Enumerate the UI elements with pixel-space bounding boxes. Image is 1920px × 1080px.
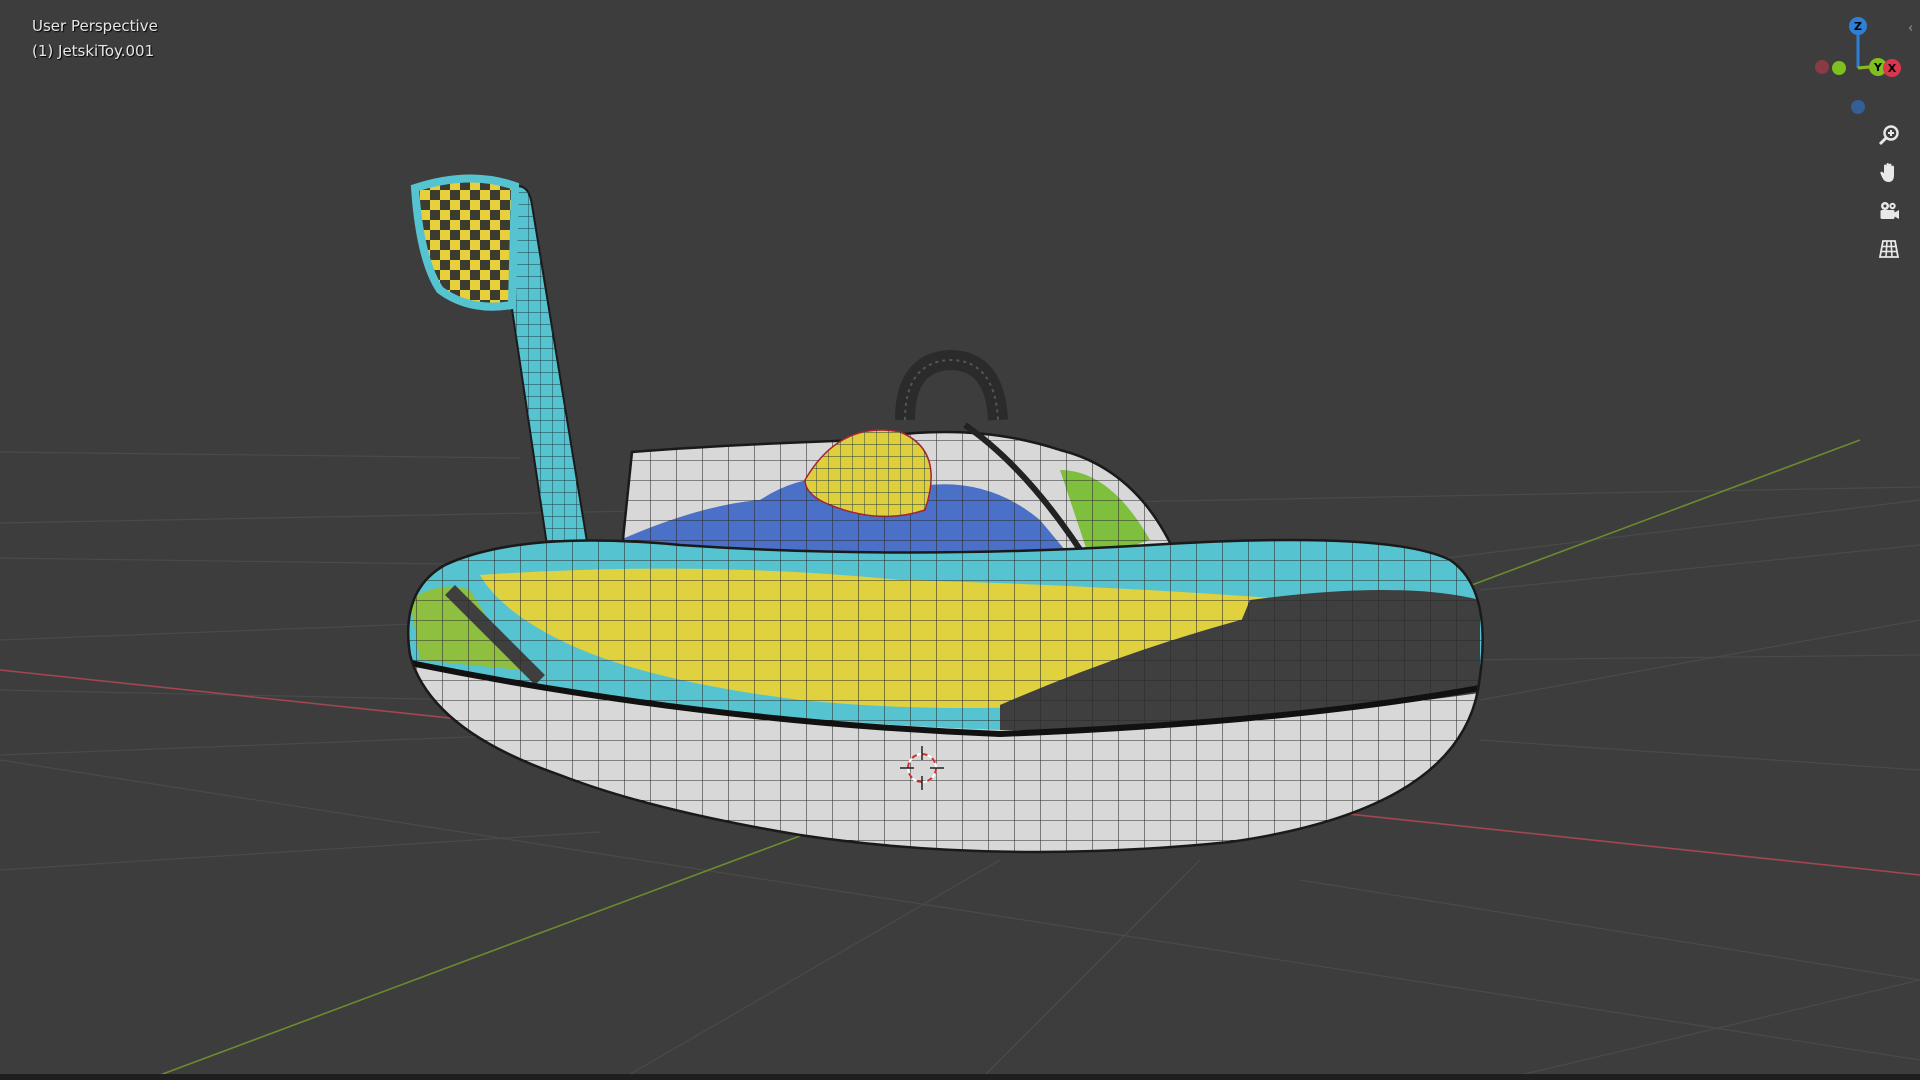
zoom-button[interactable] — [1872, 118, 1906, 152]
handle-ring — [895, 349, 1008, 421]
3d-viewport[interactable]: User Perspective (1) JetskiToy.001 ‹ Z Y… — [0, 0, 1920, 1080]
viewport-bottom-edge — [0, 1074, 1920, 1080]
gizmo-y-label: Y — [1873, 61, 1883, 74]
hand-icon — [1880, 163, 1894, 182]
jetski-model[interactable] — [400, 174, 1500, 880]
view-name-label: User Perspective — [32, 17, 158, 35]
viewport-info: User Perspective (1) JetskiToy.001 — [32, 14, 158, 64]
gizmo-neg-y-icon[interactable] — [1832, 61, 1846, 75]
checker-flag — [410, 174, 520, 311]
gizmo-x-label: X — [1888, 62, 1897, 75]
gizmo-z-label: Z — [1854, 20, 1862, 33]
gizmo-neg-x-icon[interactable] — [1815, 60, 1829, 74]
ortho-toggle-button[interactable] — [1872, 232, 1906, 266]
gizmo-neg-z-icon[interactable] — [1851, 100, 1865, 114]
pan-button[interactable] — [1872, 156, 1906, 190]
camera-view-button[interactable] — [1872, 194, 1906, 228]
viewport-scene[interactable] — [0, 0, 1920, 1080]
grid-icon — [1878, 240, 1900, 258]
zoom-icon — [1878, 125, 1899, 146]
navigation-gizmo[interactable]: Z Y X — [1800, 10, 1910, 120]
navigation-tools — [1872, 118, 1910, 270]
active-object-label: (1) JetskiToy.001 — [32, 42, 155, 60]
camera-icon — [1880, 202, 1899, 219]
